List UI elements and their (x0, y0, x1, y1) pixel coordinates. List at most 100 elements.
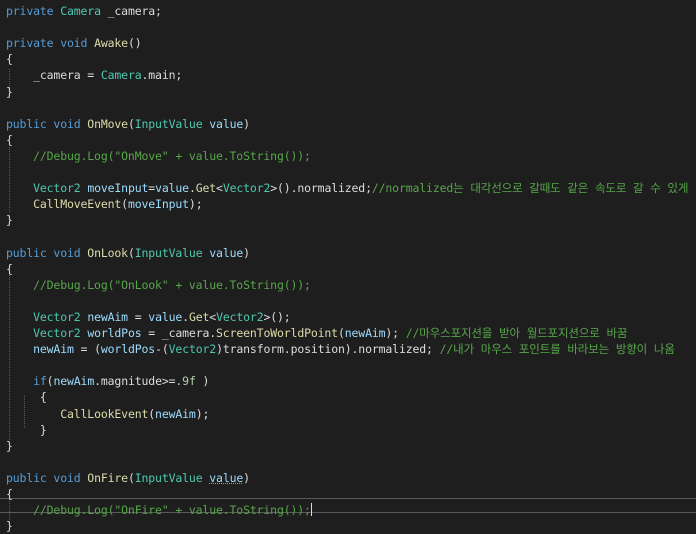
identifier-token: value (209, 245, 244, 260)
type-token: InputValue (134, 470, 203, 485)
identifier-token: value (148, 309, 183, 324)
code-text: _camera = (6, 68, 101, 83)
code-editor[interactable]: private Camera _camera;private void Awak… (0, 0, 696, 533)
method-token: OnLook (87, 245, 128, 260)
code-line[interactable]: { (6, 261, 13, 277)
code-text: >().normalized; (270, 181, 372, 196)
type-token: Camera (60, 4, 101, 18)
code-text: = (127, 309, 149, 324)
code-text: ); (195, 406, 210, 421)
code-text: ) (243, 116, 250, 131)
type-token: Camera (100, 68, 142, 83)
method-token: Awake (94, 36, 128, 51)
identifier-token: worldPos (87, 326, 142, 340)
identifier-token: newAim (87, 309, 128, 324)
code-text: ( (127, 116, 135, 131)
code-text: ); (385, 326, 406, 340)
code-text: ( (127, 245, 135, 260)
identifier-token: newAim (155, 406, 196, 421)
type-token: Vector2 (168, 342, 217, 357)
code-text: } (6, 519, 13, 534)
code-line[interactable]: private void Awake() (6, 35, 142, 51)
code-text: } (6, 438, 13, 453)
code-line[interactable]: } (6, 518, 13, 534)
code-text: { (6, 390, 47, 405)
code-line[interactable]: } (6, 212, 13, 228)
code-text: () (127, 36, 142, 51)
identifier-token: newAim (344, 326, 386, 340)
identifier-token: value (155, 181, 189, 196)
code-line[interactable]: } (6, 422, 47, 438)
code-text: -( (155, 342, 169, 357)
code-text: >(); (263, 309, 291, 324)
code-line[interactable]: { (6, 51, 13, 67)
keyword-token: public void (6, 470, 88, 485)
code-line[interactable]: public void OnFire(InputValue value) (6, 470, 250, 486)
code-text: . (188, 181, 196, 196)
identifier-token: newAim (33, 342, 74, 357)
code-text: = _camera. (141, 326, 217, 340)
code-text: )transform.position).normalized; (216, 342, 440, 357)
code-line[interactable]: if(newAim.magnitude>=.9f ) (6, 373, 209, 389)
code-text: ( (121, 197, 128, 212)
code-line[interactable]: { (6, 389, 47, 405)
keyword-token: if (33, 374, 47, 389)
code-line[interactable]: { (6, 486, 13, 502)
identifier-token: worldPos (100, 342, 156, 357)
code-text: ); (188, 197, 203, 212)
text-cursor (310, 503, 312, 517)
comment-token: //Debug.Log("OnLook" + value.ToString())… (6, 277, 311, 292)
code-line[interactable]: //Debug.Log("OnLook" + value.ToString())… (6, 277, 311, 293)
method-token: Get (188, 309, 210, 324)
code-text: } (6, 422, 47, 437)
code-text: = ( (73, 342, 101, 357)
code-line[interactable]: } (6, 84, 13, 100)
method-token: CallMoveEvent (33, 197, 122, 212)
identifier-token: moveInput (87, 181, 149, 196)
method-token: CallLookEvent (60, 406, 149, 421)
comment-token: //normalized는 대각선으로 갈때도 같은 속도로 갈 수 있게 한다… (371, 181, 696, 196)
code-text: ) (195, 374, 210, 389)
code-line[interactable]: Vector2 moveInput=value.Get<Vector2>().n… (6, 180, 696, 196)
code-text: { (6, 487, 13, 501)
code-line[interactable]: newAim = (worldPos-(Vector2)transform.po… (6, 341, 675, 357)
code-text: ( (337, 326, 345, 340)
code-line[interactable]: _camera = Camera.main; (6, 67, 182, 83)
code-line[interactable]: //Debug.Log("OnFire" + value.ToString())… (6, 502, 312, 518)
type-token: Vector2 (216, 309, 264, 324)
identifier-token: newAim (53, 374, 95, 389)
code-line[interactable]: //Debug.Log("OnMove" + value.ToString())… (6, 148, 311, 164)
comment-token: //Debug.Log("OnMove" + value.ToString())… (6, 148, 311, 163)
code-text: { (6, 52, 13, 67)
code-text: } (6, 84, 13, 99)
code-line[interactable]: CallLookEvent(newAim); (6, 406, 209, 422)
type-token: Vector2 (33, 326, 81, 340)
code-text: .main; (141, 68, 183, 83)
code-line[interactable]: private Camera _camera; (6, 3, 162, 19)
code-line[interactable]: { (6, 132, 13, 148)
code-text: { (6, 132, 13, 147)
code-line[interactable]: public void OnLook(InputValue value) (6, 245, 250, 261)
code-line[interactable]: public void OnMove(InputValue value) (6, 116, 250, 132)
code-line[interactable]: Vector2 newAim = value.Get<Vector2>(); (6, 309, 291, 325)
type-token: Vector2 (33, 181, 81, 196)
identifier-token: value (209, 116, 244, 131)
method-token: Get (195, 181, 217, 196)
code-text: } (6, 213, 13, 228)
code-text: . (182, 309, 189, 324)
code-line[interactable]: Vector2 worldPos = _camera.ScreenToWorld… (6, 325, 627, 341)
code-line[interactable]: } (6, 438, 13, 454)
code-line[interactable]: CallMoveEvent(moveInput); (6, 196, 203, 212)
comment-token: //마우스포지션을 받아 월드포지션으로 바꿈 (405, 326, 628, 340)
keyword-token: private (6, 4, 61, 18)
type-token: Vector2 (33, 309, 81, 324)
code-text: .magnitude>= (94, 374, 176, 389)
identifier-token: value (209, 470, 244, 485)
method-token: OnMove (87, 116, 128, 131)
